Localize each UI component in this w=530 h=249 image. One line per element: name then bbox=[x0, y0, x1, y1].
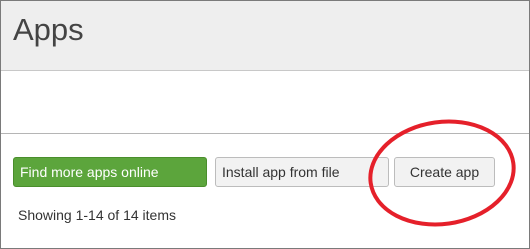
red-circle-annotation bbox=[368, 119, 516, 227]
